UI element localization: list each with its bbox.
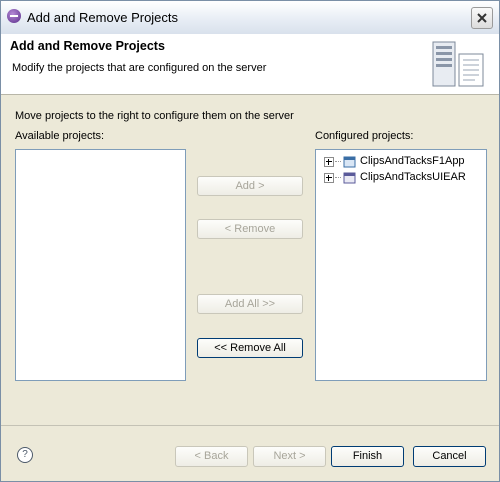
tree-item[interactable]: ClipsAndTacksUIEAR (324, 170, 494, 186)
dialog-window: Add and Remove Projects Add and Remove P… (0, 0, 500, 482)
remove-button[interactable]: < Remove (197, 219, 303, 239)
back-button[interactable]: < Back (175, 446, 248, 467)
title-bar[interactable]: Add and Remove Projects (1, 1, 499, 34)
instruction-text: Move projects to the right to configure … (15, 110, 294, 122)
ear-project-icon (343, 172, 356, 184)
remove-all-button[interactable]: << Remove All (197, 338, 303, 358)
tree-item[interactable]: ClipsAndTacksF1App (324, 154, 494, 170)
wizard-header: Add and Remove Projects Modify the proje… (1, 34, 499, 95)
expand-icon[interactable] (324, 157, 334, 167)
finish-button[interactable]: Finish (331, 446, 404, 467)
expand-icon[interactable] (324, 173, 334, 183)
tree-item-label: ClipsAndTacksUIEAR (360, 171, 466, 183)
header-description: Modify the projects that are configured … (12, 62, 267, 74)
eclipse-icon (7, 9, 21, 23)
configured-projects-list[interactable]: ClipsAndTacksF1App ClipsAndTacksUIEAR (315, 149, 487, 381)
server-wizard-icon (432, 41, 484, 87)
window-title: Add and Remove Projects (27, 10, 179, 25)
close-button[interactable] (471, 7, 493, 29)
help-icon[interactable]: ? (17, 447, 33, 463)
cancel-button[interactable]: Cancel (413, 446, 486, 467)
available-projects-label: Available projects: (15, 130, 105, 142)
header-title: Add and Remove Projects (10, 39, 165, 53)
close-icon (477, 13, 487, 23)
add-button[interactable]: Add > (197, 176, 303, 196)
next-button[interactable]: Next > (253, 446, 326, 467)
configured-projects-label: Configured projects: (315, 130, 414, 142)
add-all-button[interactable]: Add All >> (197, 294, 303, 314)
tree-item-label: ClipsAndTacksF1App (360, 155, 465, 167)
available-projects-list[interactable] (15, 149, 186, 381)
web-project-icon (343, 156, 356, 168)
